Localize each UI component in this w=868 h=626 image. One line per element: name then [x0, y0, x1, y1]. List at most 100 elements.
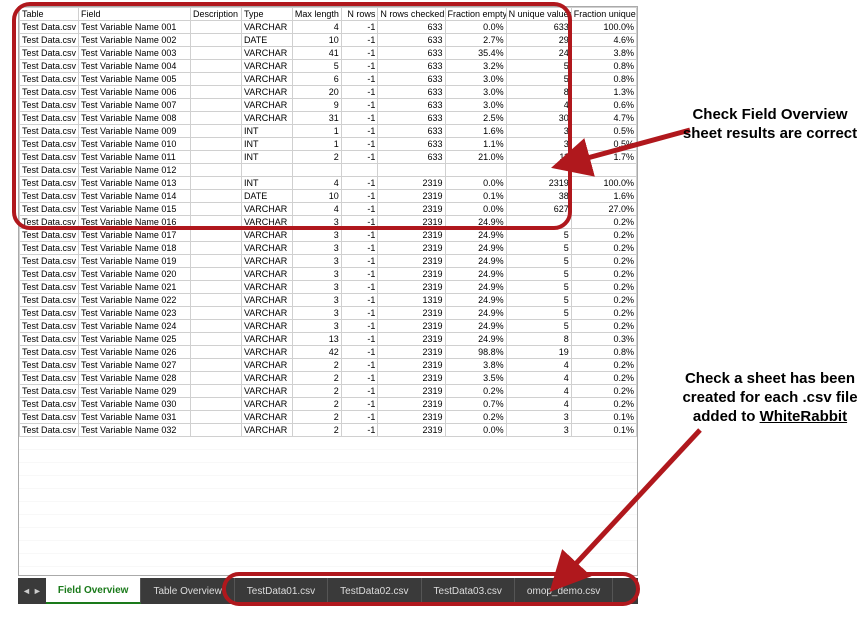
cell[interactable]: VARCHAR: [241, 281, 292, 294]
cell[interactable]: 2319: [378, 177, 445, 190]
cell[interactable]: Test Variable Name 010: [79, 138, 191, 151]
cell[interactable]: 4.7%: [571, 112, 636, 125]
cell[interactable]: [191, 333, 242, 346]
cell[interactable]: -1: [341, 203, 378, 216]
cell[interactable]: 8: [506, 86, 571, 99]
cell[interactable]: -1: [341, 255, 378, 268]
table-row[interactable]: Test Data.csvTest Variable Name 002DATE1…: [20, 34, 637, 47]
cell[interactable]: 633: [378, 34, 445, 47]
cell[interactable]: Test Variable Name 023: [79, 307, 191, 320]
table-row[interactable]: Test Data.csvTest Variable Name 017VARCH…: [20, 229, 637, 242]
cell[interactable]: 2319: [378, 333, 445, 346]
cell[interactable]: VARCHAR: [241, 99, 292, 112]
cell[interactable]: 2319: [506, 177, 571, 190]
cell[interactable]: [191, 216, 242, 229]
cell[interactable]: [191, 320, 242, 333]
table-row[interactable]: Test Data.csvTest Variable Name 025 VARCH…: [20, 333, 637, 346]
cell[interactable]: VARCHAR: [241, 112, 292, 125]
cell[interactable]: Test Data.csv: [20, 47, 79, 60]
cell[interactable]: 2319: [378, 190, 445, 203]
cell[interactable]: 0.2%: [571, 372, 636, 385]
sheet-tab[interactable]: omop_demo.csv: [515, 578, 613, 604]
cell[interactable]: 24.9%: [445, 294, 506, 307]
cell[interactable]: 0.2%: [571, 359, 636, 372]
cell[interactable]: VARCHAR: [241, 47, 292, 60]
cell[interactable]: 3: [506, 138, 571, 151]
cell[interactable]: Test Data.csv: [20, 216, 79, 229]
cell[interactable]: 5: [506, 294, 571, 307]
cell[interactable]: 2.5%: [445, 112, 506, 125]
col-header[interactable]: N rows: [341, 8, 378, 21]
table-row[interactable]: Test Data.csvTest Variable Name 006VARCH…: [20, 86, 637, 99]
cell[interactable]: Test Variable Name 011: [79, 151, 191, 164]
cell[interactable]: INT: [241, 138, 292, 151]
cell[interactable]: Test Variable Name 016: [79, 216, 191, 229]
cell[interactable]: Test Variable Name 004: [79, 60, 191, 73]
cell[interactable]: -1: [341, 320, 378, 333]
cell[interactable]: 0.8%: [571, 346, 636, 359]
cell[interactable]: -1: [341, 21, 378, 34]
cell[interactable]: Test Data.csv: [20, 255, 79, 268]
cell[interactable]: [292, 164, 341, 177]
tab-nav-prev-icon[interactable]: ◄: [22, 586, 31, 596]
cell[interactable]: Test Variable Name 032: [79, 424, 191, 437]
table-row[interactable]: Test Data.csvTest Variable Name 003VARCH…: [20, 47, 637, 60]
cell[interactable]: 0.0%: [445, 177, 506, 190]
cell[interactable]: 3.8%: [571, 47, 636, 60]
cell[interactable]: Test Data.csv: [20, 21, 79, 34]
cell[interactable]: 11: [506, 151, 571, 164]
cell[interactable]: Test Variable Name 005: [79, 73, 191, 86]
cell[interactable]: 2: [292, 372, 341, 385]
cell[interactable]: VARCHAR: [241, 216, 292, 229]
cell[interactable]: 633: [378, 86, 445, 99]
cell[interactable]: 0.0%: [445, 21, 506, 34]
cell[interactable]: Test Data.csv: [20, 73, 79, 86]
cell[interactable]: 3: [292, 268, 341, 281]
cell[interactable]: Test Variable Name 007: [79, 99, 191, 112]
cell[interactable]: VARCHAR: [241, 333, 292, 346]
cell[interactable]: Test Variable Name 024: [79, 320, 191, 333]
cell[interactable]: [506, 164, 571, 177]
cell[interactable]: -1: [341, 307, 378, 320]
cell[interactable]: 4: [506, 99, 571, 112]
cell[interactable]: Test Variable Name 006: [79, 86, 191, 99]
cell[interactable]: Test Data.csv: [20, 346, 79, 359]
cell[interactable]: Test Data.csv: [20, 99, 79, 112]
cell[interactable]: 4: [292, 203, 341, 216]
cell[interactable]: -1: [341, 372, 378, 385]
cell[interactable]: 19: [506, 346, 571, 359]
cell[interactable]: 24.9%: [445, 281, 506, 294]
cell[interactable]: Test Data.csv: [20, 242, 79, 255]
cell[interactable]: DATE: [241, 34, 292, 47]
cell[interactable]: Test Variable Name 013: [79, 177, 191, 190]
cell[interactable]: 42: [292, 346, 341, 359]
cell[interactable]: [191, 372, 242, 385]
cell[interactable]: -1: [341, 190, 378, 203]
table-row[interactable]: Test Data.csvTest Variable Name 004VARCH…: [20, 60, 637, 73]
cell[interactable]: Test Data.csv: [20, 424, 79, 437]
cell[interactable]: 5: [506, 60, 571, 73]
cell[interactable]: 2319: [378, 229, 445, 242]
cell[interactable]: 2319: [378, 346, 445, 359]
cell[interactable]: Test Data.csv: [20, 320, 79, 333]
cell[interactable]: 633: [378, 112, 445, 125]
cell[interactable]: 4: [506, 372, 571, 385]
cell[interactable]: -1: [341, 177, 378, 190]
table-row[interactable]: Test Data.csvTest Variable Name 005VARCH…: [20, 73, 637, 86]
cell[interactable]: 0.2%: [571, 307, 636, 320]
col-header[interactable]: Fraction unique: [571, 8, 636, 21]
cell[interactable]: [191, 34, 242, 47]
cell[interactable]: 0.0%: [445, 424, 506, 437]
table-row[interactable]: Test Data.csvTest Variable Name 019VARCH…: [20, 255, 637, 268]
cell[interactable]: 9: [292, 99, 341, 112]
cell[interactable]: 1.3%: [571, 86, 636, 99]
cell[interactable]: Test Data.csv: [20, 372, 79, 385]
cell[interactable]: Test Variable Name 025: [79, 333, 191, 346]
cell[interactable]: 0.5%: [571, 125, 636, 138]
cell[interactable]: Test Variable Name 002: [79, 34, 191, 47]
col-header[interactable]: Table: [20, 8, 79, 21]
cell[interactable]: Test Data.csv: [20, 333, 79, 346]
cell[interactable]: 5: [506, 320, 571, 333]
table-row[interactable]: Test Data.csvTest Variable Name 026VARCH…: [20, 346, 637, 359]
table-row[interactable]: Test Data.csvTest Variable Name 008VARCH…: [20, 112, 637, 125]
